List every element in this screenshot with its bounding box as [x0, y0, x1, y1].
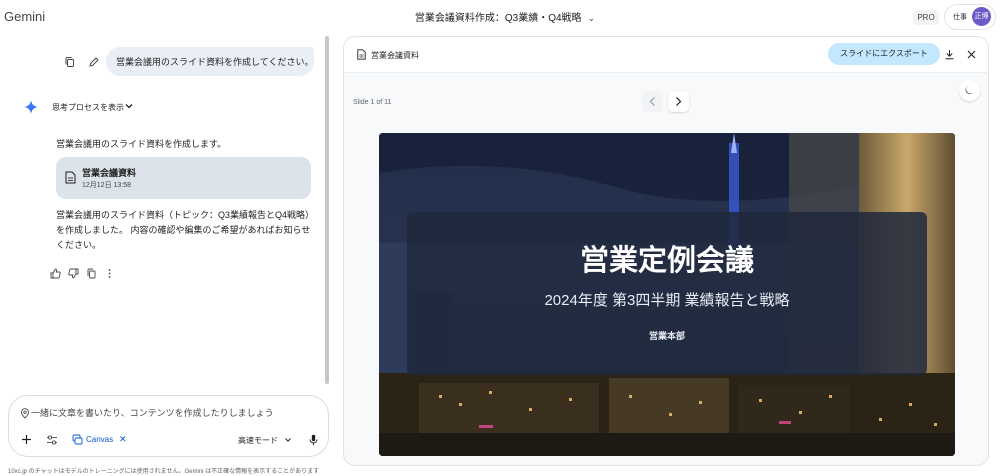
more-options-icon[interactable] [104, 268, 115, 279]
account-label: 仕事 [953, 14, 967, 21]
download-icon[interactable] [944, 49, 955, 60]
close-icon[interactable]: ✕ [119, 434, 127, 445]
user-message-bubble: 営業会議用のスライド資料を作成してください。 [106, 47, 314, 76]
canvas-file-card[interactable]: 営業会議資料 12月12日 13:58 [56, 157, 311, 199]
user-message-row: 営業会議用のスライド資料を作成してください。 [58, 47, 318, 77]
prompt-input[interactable] [31, 406, 311, 420]
chevron-down-icon: ⌄ [587, 13, 596, 23]
close-icon[interactable] [967, 50, 976, 59]
copy-icon[interactable] [64, 56, 76, 68]
canvas-chip-label: Canvas [86, 435, 114, 444]
slide-counter: Slide 1 of 11 [353, 99, 392, 106]
chevron-down-icon [125, 104, 133, 109]
canvas-doc-title: 営業会議資料 [371, 51, 419, 60]
export-to-slides-button[interactable]: スライドにエクスポート [828, 43, 940, 65]
canvas-icon [72, 434, 83, 445]
response-summary: 営業会議用のスライド資料（トピック：Q3業績報告とQ4戦略）を作成しました。 内… [56, 210, 315, 250]
slide-title: 営業定例会議 [579, 245, 754, 277]
next-slide-button[interactable] [668, 91, 689, 112]
dark-mode-toggle[interactable] [959, 80, 980, 101]
canvas-header: 営業会議資料 スライドにエクスポート [344, 37, 988, 73]
microphone-icon[interactable] [309, 434, 318, 446]
tools-icon[interactable] [46, 434, 58, 446]
copy-icon[interactable] [86, 268, 97, 279]
thumbs-down-icon[interactable] [68, 268, 79, 279]
thumbs-up-icon[interactable] [50, 268, 61, 279]
document-icon [65, 171, 76, 184]
disclaimer-text: 10xc.jp のチャットはモデルのトレーニングには使用されません。Gemini… [8, 469, 320, 475]
chevron-left-icon [649, 97, 655, 106]
thought-process-label: 思考プロセスを表示 [52, 103, 124, 112]
document-icon [357, 49, 366, 60]
response-actions [50, 268, 120, 282]
avatar[interactable]: 正博 [972, 7, 991, 26]
chevron-down-icon [285, 438, 291, 442]
response-intro: 営業会議用のスライド資料を作成します。 [56, 139, 227, 149]
thought-process-toggle[interactable]: 思考プロセスを表示 [22, 98, 222, 116]
chat-scrollbar[interactable] [325, 36, 329, 384]
location-pin-icon [21, 408, 29, 419]
edit-icon[interactable] [88, 56, 100, 68]
add-icon[interactable] [21, 434, 32, 445]
slide-preview[interactable]: 営業定例会議 2024年度 第3四半期 業績報告と戦略 営業本部 [379, 133, 955, 456]
prompt-composer: Canvas ✕ 高速モード [8, 395, 329, 457]
chat-title: 営業会議資料作成：Q3業績・Q4戦略 [414, 13, 582, 24]
file-name: 営業会議資料 [82, 168, 137, 178]
canvas-panel: 営業会議資料 スライドにエクスポート Slide 1 of 11 営業定例会議 … [343, 36, 989, 466]
file-date: 12月12日 13:58 [82, 182, 132, 189]
slide-department: 営業本部 [648, 331, 685, 341]
gemini-sparkle-icon [24, 100, 38, 114]
moon-icon [965, 86, 974, 94]
pro-badge: PRO [913, 10, 939, 25]
top-bar: Gemini 営業会議資料作成：Q3業績・Q4戦略 ⌄ PRO 仕事 正博 [0, 0, 1000, 34]
slide-subtitle: 2024年度 第3四半期 業績報告と戦略 [544, 292, 790, 309]
previous-slide-button[interactable] [642, 91, 663, 112]
chat-title-dropdown[interactable]: 営業会議資料作成：Q3業績・Q4戦略 ⌄ [0, 9, 1000, 24]
mode-selector[interactable]: 高速モード [238, 435, 278, 446]
title-card: 営業定例会議 2024年度 第3四半期 業績報告と戦略 営業本部 [407, 212, 927, 375]
chevron-right-icon [676, 97, 682, 106]
